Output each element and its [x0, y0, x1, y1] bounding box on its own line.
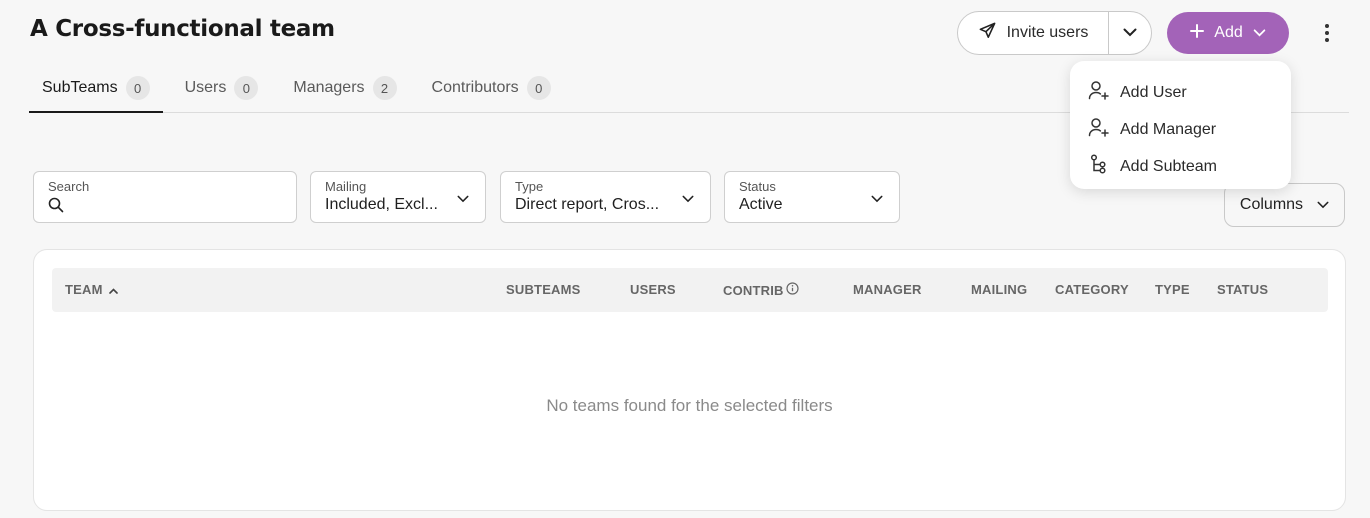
menu-item-label: Add Subteam: [1120, 157, 1217, 175]
menu-item-add-manager[interactable]: Add Manager: [1070, 111, 1291, 148]
chevron-down-icon: [682, 190, 694, 208]
mailing-filter[interactable]: Mailing Included, Excl...: [310, 171, 486, 223]
search-icon: [48, 197, 282, 218]
column-header-manager[interactable]: MANAGER: [853, 282, 922, 297]
count-badge: 0: [526, 76, 551, 100]
tab-label: Users: [184, 79, 227, 96]
column-header-team[interactable]: TEAM: [65, 282, 118, 297]
column-header-users[interactable]: USERS: [630, 282, 676, 297]
invite-users-label: Invite users: [1006, 24, 1089, 41]
search-input[interactable]: Search: [33, 171, 297, 223]
status-filter-label: Status: [739, 179, 776, 194]
search-label: Search: [48, 179, 90, 194]
count-badge: 0: [234, 76, 259, 100]
menu-item-label: Add User: [1120, 83, 1187, 101]
column-header-status[interactable]: STATUS: [1217, 282, 1268, 297]
user-plus-icon: [1088, 80, 1110, 105]
plus-icon: [1190, 23, 1205, 43]
tab-managers[interactable]: Managers 2: [280, 76, 409, 112]
subteam-icon: [1088, 154, 1110, 179]
add-label: Add: [1214, 24, 1243, 41]
menu-item-label: Add Manager: [1120, 120, 1217, 138]
invite-users-button[interactable]: Invite users: [958, 12, 1109, 54]
chevron-down-icon: [871, 190, 883, 208]
count-badge: 2: [372, 76, 397, 100]
page-title: A Cross-functional team: [30, 16, 335, 42]
chevron-down-icon: [1253, 24, 1266, 42]
teams-table: TEAM SUBTEAMS USERS CONTRIB MANAGER MAIL…: [33, 249, 1346, 511]
more-options-icon[interactable]: [1313, 20, 1341, 46]
column-header-category[interactable]: CATEGORY: [1055, 282, 1129, 297]
mailing-filter-label: Mailing: [325, 179, 367, 194]
tab-subteams[interactable]: SubTeams 0: [29, 76, 163, 113]
type-filter-label: Type: [515, 179, 544, 194]
tab-users[interactable]: Users 0: [172, 76, 272, 112]
tab-label: SubTeams: [42, 79, 118, 96]
column-header-type[interactable]: TYPE: [1155, 282, 1190, 297]
user-plus-icon: [1088, 117, 1110, 142]
tab-label: Contributors: [431, 79, 519, 96]
sort-ascending-icon: [108, 282, 118, 297]
chevron-down-icon: [1317, 196, 1329, 214]
add-button[interactable]: Add: [1167, 12, 1289, 54]
column-header-subteams[interactable]: SUBTEAMS: [506, 282, 581, 297]
column-header-contrib[interactable]: CONTRIB: [723, 282, 799, 298]
status-filter-value: Active: [739, 196, 783, 213]
chevron-down-icon: [1123, 24, 1137, 42]
invite-options-button[interactable]: [1109, 12, 1151, 54]
status-filter[interactable]: Status Active: [724, 171, 900, 223]
type-filter[interactable]: Type Direct report, Cros...: [500, 171, 711, 223]
tab-label: Managers: [293, 79, 365, 96]
menu-item-add-subteam[interactable]: Add Subteam: [1070, 148, 1291, 185]
tab-contributors[interactable]: Contributors 0: [419, 76, 564, 112]
menu-item-add-user[interactable]: Add User: [1070, 74, 1291, 111]
count-badge: 0: [125, 76, 150, 100]
columns-label: Columns: [1239, 196, 1304, 213]
add-dropdown-menu: Add User Add Manager Add Subteam: [1070, 61, 1291, 189]
empty-state-message: No teams found for the selected filters: [546, 396, 833, 415]
type-filter-value: Direct report, Cros...: [515, 196, 660, 213]
columns-button[interactable]: Columns: [1224, 183, 1345, 227]
table-header: TEAM SUBTEAMS USERS CONTRIB MANAGER MAIL…: [52, 268, 1328, 312]
send-icon: [978, 21, 997, 45]
chevron-down-icon: [457, 190, 469, 208]
column-header-mailing[interactable]: MAILING: [971, 282, 1027, 297]
info-icon[interactable]: [786, 282, 799, 298]
mailing-filter-value: Included, Excl...: [325, 196, 438, 213]
invite-users-group: Invite users: [957, 11, 1152, 55]
